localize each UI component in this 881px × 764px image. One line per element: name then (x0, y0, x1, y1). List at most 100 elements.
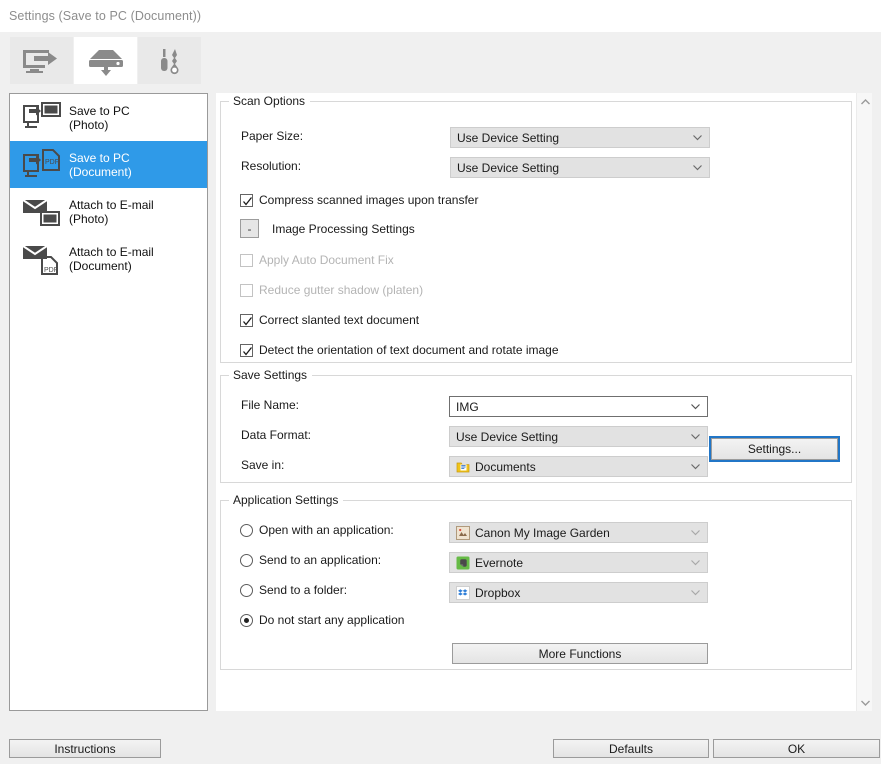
scan-options-group: Scan Options Paper Size: Use Device Sett… (220, 101, 852, 363)
checkbox-box (240, 314, 253, 327)
sidebar-item-attach-to-email-photo[interactable]: Attach to E-mail (Photo) (10, 188, 207, 235)
settings-body: Save to PC (Photo) PDF Save to PC (Docum… (0, 84, 881, 728)
open-with-application-value: Canon My Image Garden (475, 526, 610, 540)
window-title: Settings (Save to PC (Document)) (9, 9, 201, 23)
data-format-settings-button[interactable]: Settings... (711, 438, 838, 460)
envelope-photo-icon (19, 195, 65, 229)
chevron-down-icon (691, 434, 700, 440)
image-processing-settings-expander[interactable]: - Image Processing Settings (240, 219, 415, 238)
radio-send-to-application[interactable]: Send to an application: (240, 553, 381, 567)
resolution-combo[interactable]: Use Device Setting (450, 157, 710, 178)
paper-size-combo[interactable]: Use Device Setting (450, 127, 710, 148)
scroll-down-arrow-icon[interactable] (857, 694, 873, 711)
monitor-scan-icon (21, 46, 63, 76)
detect-orientation-checkbox[interactable]: Detect the orientation of text document … (240, 343, 559, 357)
ok-button[interactable]: OK (713, 739, 880, 758)
window-title-bar: Settings (Save to PC (Document)) (0, 0, 881, 32)
radio-send-to-application-label: Send to an application: (259, 553, 381, 567)
reduce-gutter-shadow-checkbox[interactable]: Reduce gutter shadow (platen) (240, 283, 423, 297)
settings-panel: Scan Options Paper Size: Use Device Sett… (216, 93, 856, 711)
radio-open-with-application[interactable]: Open with an application: (240, 523, 394, 537)
checkbox-box (240, 344, 253, 357)
radio-send-to-folder[interactable]: Send to a folder: (240, 583, 347, 597)
application-settings-legend: Application Settings (229, 493, 343, 507)
chevron-down-icon (691, 404, 700, 410)
image-processing-settings-label: Image Processing Settings (272, 222, 415, 236)
correct-slanted-text-checkbox[interactable]: Correct slanted text document (240, 313, 419, 327)
save-settings-legend: Save Settings (229, 368, 312, 382)
file-name-label-row: File Name: (241, 398, 299, 412)
save-in-label: Save in: (241, 458, 284, 472)
svg-text:PDF: PDF (45, 159, 59, 166)
send-to-folder-combo[interactable]: Dropbox (449, 582, 708, 603)
more-functions-button[interactable]: More Functions (452, 643, 708, 664)
scanner-download-icon (85, 46, 127, 76)
dropbox-icon (456, 586, 470, 600)
panel-scrollbar[interactable] (856, 93, 872, 711)
radio-send-to-folder-label: Send to a folder: (259, 583, 347, 597)
svg-text:PDF: PDF (44, 267, 58, 274)
send-to-folder-value: Dropbox (475, 586, 520, 600)
chevron-down-icon (693, 135, 702, 141)
monitor-photo-icon (19, 101, 65, 135)
file-name-combo[interactable]: IMG (449, 396, 708, 417)
reduce-gutter-shadow-label: Reduce gutter shadow (platen) (259, 283, 423, 297)
scroll-up-arrow-icon[interactable] (857, 93, 873, 110)
sidebar-item-save-to-pc-photo[interactable]: Save to PC (Photo) (10, 94, 207, 141)
more-functions-label: More Functions (539, 647, 622, 661)
application-settings-group: Application Settings Open with an applic… (220, 500, 852, 670)
sidebar-item-attach-to-email-document[interactable]: PDF Attach to E-mail (Document) (10, 235, 207, 282)
correct-slanted-text-label: Correct slanted text document (259, 313, 419, 327)
paper-size-value: Use Device Setting (457, 131, 559, 145)
data-format-combo[interactable]: Use Device Setting (449, 426, 708, 447)
sidebar-item-label: Save to PC (Document) (65, 151, 132, 179)
radio-open-with-application-label: Open with an application: (259, 523, 394, 537)
apply-auto-document-fix-checkbox[interactable]: Apply Auto Document Fix (240, 253, 394, 267)
tab-scan-from-device[interactable] (74, 37, 137, 84)
send-to-application-combo[interactable]: Evernote (449, 552, 708, 573)
radio-dot (244, 618, 249, 623)
detect-orientation-label: Detect the orientation of text document … (259, 343, 559, 357)
envelope-pdf-icon: PDF (19, 242, 65, 276)
compress-scanned-images-checkbox[interactable]: Compress scanned images upon transfer (240, 193, 478, 207)
sidebar-item-save-to-pc-document[interactable]: PDF Save to PC (Document) (10, 141, 207, 188)
monitor-pdf-icon: PDF (19, 148, 65, 182)
expander-toggle-button[interactable]: - (240, 219, 259, 238)
tab-strip (0, 32, 881, 84)
apply-auto-document-fix-label: Apply Auto Document Fix (259, 253, 394, 267)
chevron-down-icon (691, 464, 700, 470)
send-to-application-value: Evernote (475, 556, 523, 570)
radio-box (240, 524, 253, 537)
file-name-value: IMG (456, 400, 479, 414)
instructions-button[interactable]: Instructions (9, 739, 161, 758)
evernote-icon (456, 556, 470, 570)
canon-my-image-garden-icon (456, 526, 470, 540)
paper-size-label-row: Paper Size: (241, 129, 303, 143)
tools-icon (149, 46, 191, 76)
radio-do-not-start-any-application-label: Do not start any application (259, 613, 404, 627)
checkbox-box (240, 284, 253, 297)
sidebar-item-label: Save to PC (Photo) (65, 104, 130, 132)
chevron-down-icon (691, 590, 700, 596)
sidebar-item-label: Attach to E-mail (Document) (65, 245, 154, 273)
sidebar-item-label: Attach to E-mail (Photo) (65, 198, 154, 226)
open-with-application-combo[interactable]: Canon My Image Garden (449, 522, 708, 543)
scan-destination-list[interactable]: Save to PC (Photo) PDF Save to PC (Docum… (9, 93, 208, 711)
chevron-down-icon (691, 560, 700, 566)
file-name-label: File Name: (241, 398, 299, 412)
save-in-combo[interactable]: Documents (449, 456, 708, 477)
defaults-button[interactable]: Defaults (553, 739, 709, 758)
tab-scan-from-pc[interactable] (10, 37, 73, 84)
ok-label: OK (788, 742, 805, 756)
resolution-label: Resolution: (241, 159, 301, 173)
resolution-label-row: Resolution: (241, 159, 301, 173)
radio-box (240, 584, 253, 597)
radio-box (240, 614, 253, 627)
radio-do-not-start-any-application[interactable]: Do not start any application (240, 613, 404, 627)
resolution-value: Use Device Setting (457, 161, 559, 175)
data-format-label: Data Format: (241, 428, 311, 442)
tab-general-settings[interactable] (138, 37, 201, 84)
folder-documents-icon (456, 460, 470, 474)
dialog-footer: Instructions Defaults OK (0, 728, 881, 764)
paper-size-label: Paper Size: (241, 129, 303, 143)
